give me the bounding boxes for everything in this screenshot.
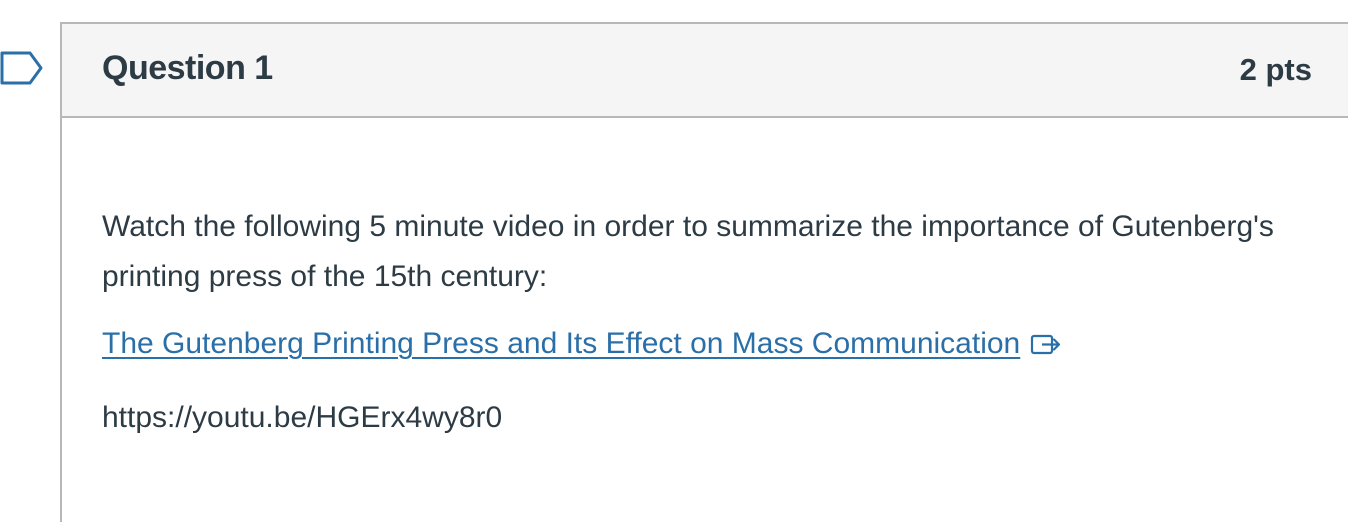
external-link-icon[interactable] (1030, 326, 1062, 370)
question-points: 2 pts (1239, 52, 1312, 87)
video-url: https://youtu.be/HGErx4wy8r0 (102, 401, 503, 434)
question-card: Question 1 2 pts Watch the following 5 m… (60, 22, 1348, 522)
flag-question-icon[interactable] (0, 50, 44, 91)
question-header: Question 1 2 pts (62, 24, 1348, 118)
question-body: Watch the following 5 minute video in or… (102, 202, 1282, 440)
question-prompt: Watch the following 5 minute video in or… (102, 210, 1274, 293)
video-link[interactable]: The Gutenberg Printing Press and Its Eff… (102, 327, 1020, 360)
question-title: Question 1 (102, 49, 273, 87)
video-link-line: The Gutenberg Printing Press and Its Eff… (102, 322, 1282, 370)
